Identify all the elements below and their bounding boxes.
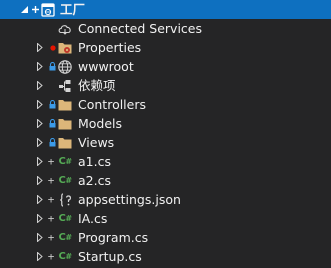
lock-badge-icon — [48, 133, 56, 152]
expand-arrow-icon[interactable] — [35, 95, 45, 114]
expand-arrow-icon[interactable] — [35, 171, 45, 190]
lock-badge-icon — [48, 95, 56, 114]
globe-icon — [56, 57, 74, 76]
collapse-arrow-icon[interactable] — [18, 0, 30, 19]
csharp-file-icon: C # — [58, 175, 72, 186]
tree-item-program-cs[interactable]: + C # Program.cs — [0, 228, 331, 247]
csharp-file-icon: C # — [58, 213, 72, 224]
solution-explorer-tree: 工厂 Connected Services Properties wwwroot… — [0, 0, 331, 268]
folder-icon — [56, 95, 74, 114]
tree-item-ia-cs[interactable]: + C # IA.cs — [0, 209, 331, 228]
added-status-icon: + — [47, 231, 55, 244]
project-status-plus-icon — [31, 0, 39, 19]
expand-arrow-icon[interactable] — [35, 152, 45, 171]
json-file-icon — [56, 190, 74, 209]
tree-item-label: Properties — [78, 40, 142, 55]
expand-arrow-icon[interactable] — [35, 133, 45, 152]
tree-item-label: IA.cs — [78, 211, 108, 226]
expand-arrow-icon[interactable] — [35, 209, 45, 228]
lock-badge-icon — [48, 57, 56, 76]
tree-item-label: 依赖项 — [78, 78, 116, 93]
web-project-icon — [39, 0, 57, 19]
tree-item-project[interactable]: 工厂 — [0, 0, 331, 19]
tree-item-label: a2.cs — [78, 173, 111, 188]
tree-item-label: Program.cs — [78, 230, 149, 245]
tree-item-wwwroot[interactable]: wwwroot — [0, 57, 331, 76]
expand-arrow-icon[interactable] — [35, 57, 45, 76]
folder-icon — [56, 133, 74, 152]
expand-arrow-icon[interactable] — [35, 38, 45, 57]
tree-item-label: Startup.cs — [78, 249, 142, 264]
tree-item-views[interactable]: Views — [0, 133, 331, 152]
tree-item-models[interactable]: Models — [0, 114, 331, 133]
connected-services-icon — [56, 19, 74, 38]
expand-arrow-icon[interactable] — [35, 76, 45, 95]
csharp-file-icon: C # — [58, 156, 72, 167]
expand-arrow-icon[interactable] — [35, 190, 45, 209]
tree-item-dependencies[interactable]: 依赖项 — [0, 76, 331, 95]
dependencies-icon — [56, 76, 74, 95]
added-status-icon: + — [47, 193, 55, 206]
tree-item-startup-cs[interactable]: + C # Startup.cs — [0, 247, 331, 266]
added-status-icon: + — [47, 250, 55, 263]
added-status-icon: + — [47, 155, 55, 168]
tree-item-controllers[interactable]: Controllers — [0, 95, 331, 114]
tree-item-label: a1.cs — [78, 154, 111, 169]
tree-item-a1-cs[interactable]: + C # a1.cs — [0, 152, 331, 171]
folder-icon — [56, 114, 74, 133]
tree-item-appsettings-json[interactable]: + appsettings.json — [0, 190, 331, 209]
tree-item-connected-services[interactable]: Connected Services — [0, 19, 331, 38]
tree-item-label: Controllers — [78, 97, 146, 112]
tree-item-label: wwwroot — [78, 59, 134, 74]
tree-item-label: Views — [78, 135, 115, 150]
project-name: 工厂 — [60, 2, 86, 17]
added-status-icon: + — [47, 174, 55, 187]
expand-arrow-icon[interactable] — [35, 247, 45, 266]
csharp-file-icon: C # — [58, 251, 72, 262]
tree-item-properties[interactable]: Properties — [0, 38, 331, 57]
added-status-icon: + — [47, 212, 55, 225]
expand-arrow-icon[interactable] — [35, 228, 45, 247]
lock-badge-icon — [48, 114, 56, 133]
csharp-file-icon: C # — [58, 232, 72, 243]
properties-folder-icon — [56, 38, 74, 57]
tree-item-label: Connected Services — [78, 21, 202, 36]
tree-item-label: Models — [78, 116, 123, 131]
tree-item-a2-cs[interactable]: + C # a2.cs — [0, 171, 331, 190]
expand-arrow-icon[interactable] — [35, 114, 45, 133]
tree-item-label: appsettings.json — [78, 192, 181, 207]
